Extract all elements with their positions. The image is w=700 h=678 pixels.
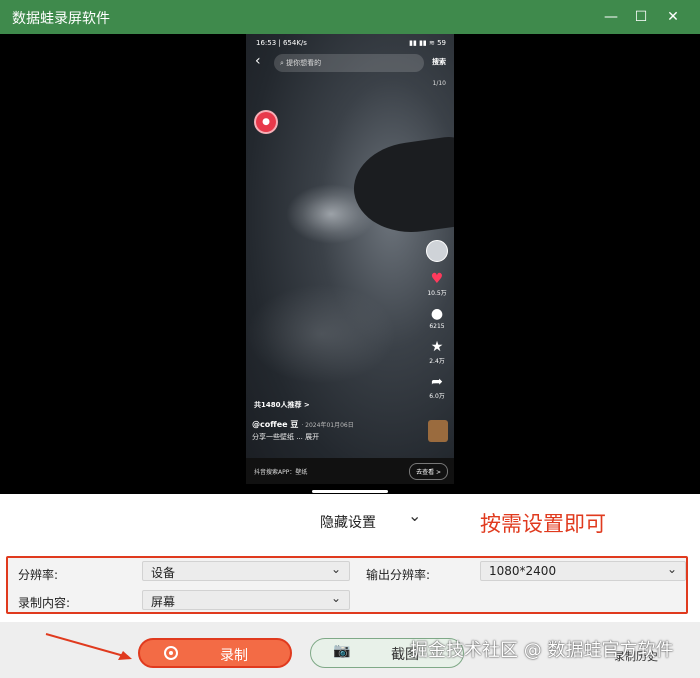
music-disc-icon <box>428 420 448 442</box>
author-avatar <box>426 240 448 262</box>
record-button[interactable]: 录制 <box>138 638 292 668</box>
screen-preview: 16:53 | 654K/s ▮▮ ▮▮ ≋ 59 ‹ ⌕ 提你想看的 搜索 1… <box>0 34 700 494</box>
video-counter: 1/10 <box>432 80 446 87</box>
annotation-text: 按需设置即可 <box>480 512 606 536</box>
output-resolution-select[interactable]: 1080*2400 ⌄ <box>480 561 686 581</box>
share-count: 6.0万 <box>429 393 445 400</box>
status-time: 16:53 | 654K/s <box>256 39 307 47</box>
record-label: 录制 <box>220 648 248 664</box>
footer-bar: 录制 📷 截图 录制历史 掘金技术社区 @ 数据蛙官方软件 <box>0 622 700 678</box>
video-description: 分享一些壁纸 ... 展开 <box>252 433 320 441</box>
comment-count: 6215 <box>429 323 445 330</box>
chevron-down-icon: ⌄ <box>666 562 677 576</box>
star-icon: ★ <box>430 339 444 355</box>
bottom-search-text: 抖音搜索APP：壁纸 <box>254 469 308 476</box>
home-indicator <box>312 490 388 493</box>
annotation-arrow <box>45 633 132 660</box>
record-content-value: 屏幕 <box>151 595 176 609</box>
chevron-down-icon: ⌄ <box>330 591 341 605</box>
back-icon: ‹ <box>255 53 261 69</box>
output-resolution-value: 1080*2400 <box>489 564 557 578</box>
author-name: @coffee 豆 <box>252 420 299 429</box>
record-content-label: 录制内容: <box>18 596 71 610</box>
phone-screen: 16:53 | 654K/s ▮▮ ▮▮ ≋ 59 ‹ ⌕ 提你想看的 搜索 1… <box>246 34 454 484</box>
phone-status-bar: 16:53 | 654K/s ▮▮ ▮▮ ≋ 59 <box>246 34 454 52</box>
heart-icon: ♥ <box>430 271 444 287</box>
phone-bottom-bar: 抖音搜索APP：壁纸 去查看 > <box>246 458 454 484</box>
phone-search-button: 搜索 <box>432 58 446 66</box>
resolution-value: 设备 <box>151 566 176 580</box>
output-resolution-label: 输出分辨率: <box>366 568 431 582</box>
close-button[interactable]: ✕ <box>662 6 684 28</box>
like-count: 10.5万 <box>427 290 447 297</box>
go-watch-button: 去查看 > <box>409 463 448 480</box>
maximize-button[interactable]: ☐ <box>630 6 652 28</box>
minimize-button[interactable]: — <box>600 6 622 28</box>
status-icons: ▮▮ ▮▮ ≋ 59 <box>409 39 446 47</box>
post-date: · 2024年01月06日 <box>301 422 354 429</box>
hidden-settings-row: 隐藏设置 ⌄ 按需设置即可 <box>0 494 700 550</box>
camera-icon: 📷 <box>333 643 351 659</box>
favorite-count: 2.4万 <box>429 358 445 365</box>
video-side-rail: ♥ 10.5万 ● 6215 ★ 2.4万 ➦ 6.0万 <box>424 240 450 400</box>
settings-panel: 分辨率: 设备 ⌄ 输出分辨率: 1080*2400 ⌄ 录制内容: 屏幕 ⌄ <box>6 556 688 614</box>
chevron-down-icon: ⌄ <box>330 562 341 576</box>
phone-search-bar: ‹ ⌕ 提你想看的 搜索 <box>252 52 448 74</box>
hidden-settings-toggle[interactable]: 隐藏设置 <box>320 512 376 532</box>
sea-texture <box>246 284 396 384</box>
recommend-text: 共1480人推荐 > <box>254 401 310 409</box>
chevron-down-icon[interactable]: ⌄ <box>408 506 421 525</box>
share-icon: ➦ <box>431 374 443 390</box>
resolution-label: 分辨率: <box>18 568 59 582</box>
phone-search-input: ⌕ 提你想看的 <box>274 54 424 72</box>
resolution-select[interactable]: 设备 ⌄ <box>142 561 350 581</box>
record-icon <box>164 646 178 660</box>
watermark-text: 掘金技术社区 @ 数据蛙官方软件 <box>410 640 674 661</box>
comment-icon: ● <box>430 306 444 322</box>
window-title: 数据蛙录屏软件 <box>12 11 110 27</box>
search-placeholder: 提你想看的 <box>286 59 322 67</box>
author-line: @coffee 豆 · 2024年01月06日 <box>252 419 354 430</box>
record-content-select[interactable]: 屏幕 ⌄ <box>142 590 350 610</box>
red-packet-icon: ● <box>254 110 278 134</box>
title-bar: 数据蛙录屏软件 — ☐ ✕ <box>0 0 700 34</box>
